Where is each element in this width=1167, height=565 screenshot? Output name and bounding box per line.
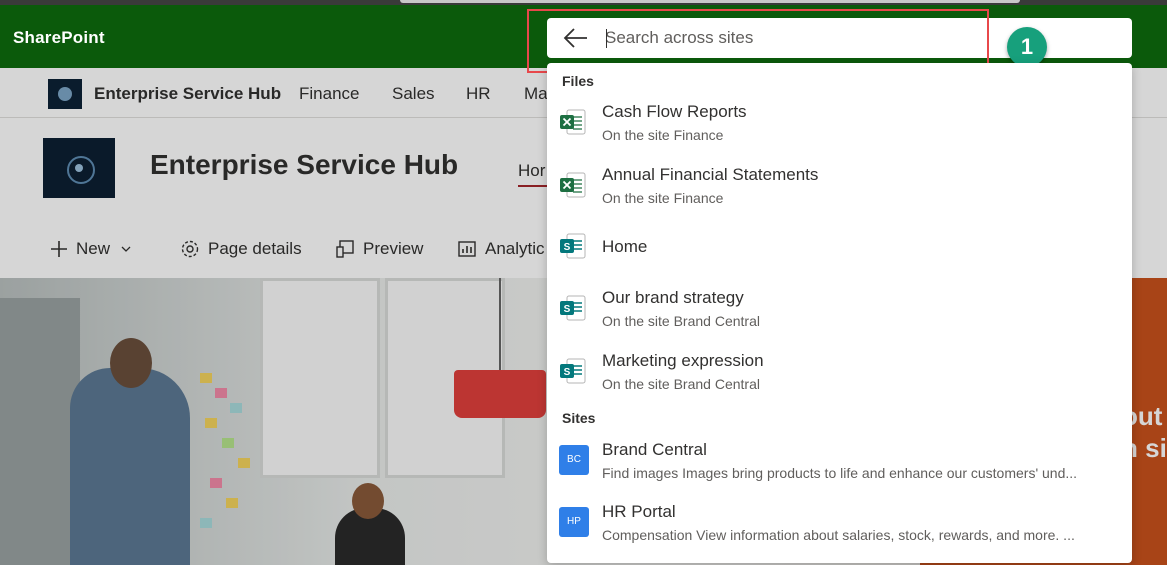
window-address-strip [400, 0, 1020, 3]
result-title: Marketing expression [602, 351, 764, 370]
excel-icon [560, 172, 586, 198]
result-subtitle: On the site Brand Central [602, 376, 760, 392]
sharepoint-page-icon: S [560, 233, 586, 259]
result-title: Home [602, 237, 648, 256]
file-result-cash-flow-reports[interactable]: Cash Flow Reports On the site Finance [547, 93, 1132, 153]
search-suggestions-dropdown: Files Cash Flow Reports On the site Fina… [547, 63, 1132, 563]
file-result-annual-financial-statements[interactable]: Annual Financial Statements On the site … [547, 156, 1132, 216]
site-result-hr-portal[interactable]: HP HR Portal Compensation View informati… [547, 493, 1132, 553]
svg-text:S: S [564, 242, 571, 253]
result-subtitle: Compensation View information about sala… [602, 527, 1075, 543]
sharepoint-page-icon: S [560, 358, 586, 384]
sites-section-label: Sites [562, 410, 596, 426]
result-title: Annual Financial Statements [602, 165, 819, 184]
result-subtitle: On the site Finance [602, 190, 724, 206]
site-avatar-icon: HP [559, 507, 589, 537]
result-title: Cash Flow Reports [602, 102, 747, 121]
sharepoint-page-icon: S [560, 295, 586, 321]
result-subtitle: On the site Brand Central [602, 313, 760, 329]
file-result-home[interactable]: S Home [547, 219, 1132, 279]
result-title: HR Portal [602, 502, 676, 521]
file-result-marketing-expression[interactable]: S Marketing expression On the site Brand… [547, 342, 1132, 402]
file-result-our-brand-strategy[interactable]: S Our brand strategy On the site Brand C… [547, 279, 1132, 339]
result-subtitle: Find images Images bring products to lif… [602, 465, 1078, 481]
svg-text:S: S [564, 304, 571, 315]
result-title: Our brand strategy [602, 288, 744, 307]
svg-text:S: S [564, 367, 571, 378]
site-avatar-icon: BC [559, 445, 589, 475]
site-result-brand-central[interactable]: BC Brand Central Find images Images brin… [547, 431, 1132, 491]
result-title: Brand Central [602, 440, 707, 459]
annotation-step-badge: 1 [1007, 27, 1047, 67]
app-brand[interactable]: SharePoint [13, 28, 105, 48]
result-subtitle: On the site Finance [602, 127, 724, 143]
excel-icon [560, 109, 586, 135]
files-section-label: Files [562, 73, 594, 89]
